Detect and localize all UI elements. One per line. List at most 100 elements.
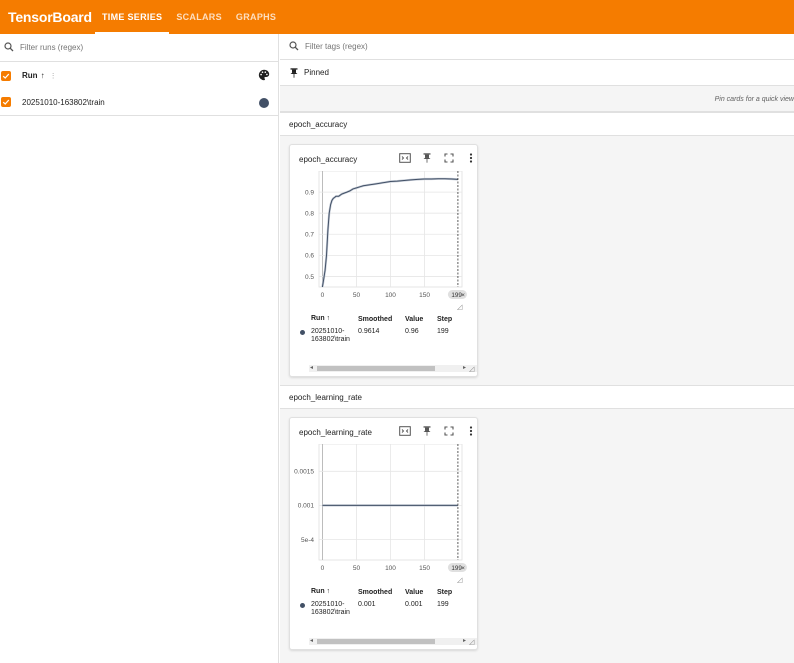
legend-col-run[interactable]: Run ↑ — [311, 315, 358, 323]
line-chart[interactable]: 0 50 100 1505e-40.0010.0015199 ×◿ — [290, 444, 477, 586]
scroll-right-icon[interactable]: ▸ — [463, 364, 466, 371]
pinned-label: Pinned — [304, 68, 329, 77]
x-tick-label: 150 — [419, 565, 430, 572]
legend-row: 20251010-163802\train 0.9614 0.96 199 — [290, 328, 477, 344]
legend-run-dot — [290, 328, 311, 335]
more-vert-icon[interactable] — [460, 151, 482, 165]
y-tick-label: 0.6 — [305, 253, 314, 260]
legend-row: 20251010-163802\train 0.001 0.001 199 — [290, 601, 477, 617]
y-tick-label: 0.5 — [305, 274, 314, 281]
legend-col-value[interactable]: Value — [405, 316, 437, 323]
runs-pane: Run ↑ ⋮ 20251010-163802\train — [0, 34, 279, 663]
scroll-left-icon[interactable]: ◂ — [310, 364, 313, 371]
resize-handle-icon[interactable]: ◿ — [469, 638, 474, 646]
legend-smoothed-value: 0.9614 — [358, 328, 380, 335]
palette-icon[interactable] — [258, 69, 270, 84]
legend-col-run[interactable]: Run ↑ — [311, 588, 358, 596]
tab-time-series[interactable]: TIME SERIES — [95, 0, 170, 34]
y-tick-label: 0.001 — [298, 503, 315, 510]
tag-filter-input[interactable] — [305, 42, 605, 51]
legend-value: 0.96 — [405, 328, 419, 335]
pinned-section: Pinned — [280, 60, 794, 86]
step-marker-close-icon: × — [461, 565, 465, 572]
check-icon — [2, 99, 10, 105]
run-checkbox[interactable] — [1, 97, 11, 107]
legend-col-smoothed[interactable]: Smoothed — [358, 316, 405, 323]
top-app-bar: TensorBoard TIME SERIES SCALARS GRAPHS — [0, 0, 794, 34]
pin-icon — [290, 67, 298, 78]
y-tick-label: 5e-4 — [301, 537, 314, 544]
legend-col-smoothed[interactable]: Smoothed — [358, 589, 405, 596]
pinned-hint: Pin cards for a quick view — [280, 88, 794, 112]
x-tick-label: 100 — [385, 292, 396, 299]
legend-smoothed-value: 0.001 — [358, 601, 376, 608]
scrollbar-thumb[interactable] — [317, 639, 435, 644]
card-toolbar — [394, 424, 482, 438]
scalar-card-epoch-learning-rate: epoch_learning_rate 0 50 100 150 5e-4 0.001 0.… — [289, 417, 478, 650]
fit-domain-icon[interactable] — [394, 151, 416, 165]
run-name: 20251010-163802\train — [22, 97, 105, 107]
x-tick-label: 0 — [321, 292, 325, 299]
run-row[interactable]: 20251010-163802\train — [0, 89, 278, 116]
card-legend: Run ↑ Smoothed Value Step 20251010-16380… — [290, 313, 477, 344]
line-chart[interactable]: 0 50 100 1500.50.60.70.80.9199 ×◿ — [290, 171, 477, 313]
scroll-right-icon[interactable]: ▸ — [463, 637, 466, 644]
dashboard-tabs: TIME SERIES SCALARS GRAPHS — [95, 0, 283, 34]
legend-scrollbar[interactable]: ◂ ▸ ◿ — [309, 364, 477, 373]
search-icon — [4, 41, 14, 55]
main-pane: Pinned Pin cards for a quick view epoch_… — [280, 34, 794, 663]
sort-arrow-icon: ↑ — [40, 71, 45, 80]
fit-domain-icon[interactable] — [394, 424, 416, 438]
run-filter-input[interactable] — [20, 43, 240, 52]
scrollbar-thumb[interactable] — [317, 366, 435, 371]
card-grid: epoch_accuracy 0 50 100 150 0.5 0.6 0.7 0.8 0.9 1… — [280, 136, 794, 385]
tab-graphs[interactable]: GRAPHS — [229, 0, 283, 34]
card-grid: epoch_learning_rate 0 50 100 150 5e-4 0.001 0.… — [280, 409, 794, 658]
legend-col-value[interactable]: Value — [405, 589, 437, 596]
legend-scrollbar[interactable]: ◂ ▸ ◿ — [309, 637, 477, 646]
legend-step: 199 — [437, 601, 449, 608]
card-legend: Run ↑ Smoothed Value Step 20251010-16380… — [290, 586, 477, 617]
resize-handle-icon[interactable]: ◿ — [469, 365, 474, 373]
tag-filter — [280, 34, 794, 60]
legend-col-step[interactable]: Step — [437, 589, 465, 596]
legend-col-step[interactable]: Step — [437, 316, 465, 323]
legend-header: Run ↑ Smoothed Value Step — [290, 586, 477, 598]
select-all-checkbox[interactable] — [1, 70, 11, 81]
more-vert-icon[interactable] — [460, 424, 482, 438]
group-header-epoch-learning-rate[interactable]: epoch_learning_rate — [280, 385, 794, 409]
x-tick-label: 50 — [353, 292, 361, 299]
pin-icon[interactable] — [416, 424, 438, 438]
run-color-swatch[interactable] — [259, 98, 269, 108]
column-menu-icon[interactable]: ⋮ — [50, 72, 57, 80]
card-title: epoch_learning_rate — [299, 428, 372, 437]
search-icon — [289, 40, 299, 54]
fullscreen-icon[interactable] — [438, 424, 460, 438]
run-column-header[interactable]: Run — [22, 71, 38, 80]
fullscreen-icon[interactable] — [438, 151, 460, 165]
legend-header: Run ↑ Smoothed Value Step — [290, 313, 477, 325]
y-tick-label: 0.0015 — [294, 469, 314, 476]
brand-logo: TensorBoard — [8, 9, 92, 25]
x-tick-label: 50 — [353, 565, 361, 572]
legend-value: 0.001 — [405, 601, 423, 608]
card-toolbar — [394, 151, 482, 165]
tab-scalars[interactable]: SCALARS — [169, 0, 229, 34]
run-filter — [0, 34, 278, 62]
y-tick-label: 0.9 — [305, 189, 314, 196]
pin-icon[interactable] — [416, 151, 438, 165]
legend-step: 199 — [437, 328, 449, 335]
legend-run-name: 20251010-163802\train — [311, 328, 350, 343]
scalar-card-epoch-accuracy: epoch_accuracy 0 50 100 150 0.5 0.6 0.7 0.8 0.9 1… — [289, 144, 478, 377]
x-tick-label: 0 — [321, 565, 325, 572]
y-tick-label: 0.8 — [305, 210, 314, 217]
x-tick-label: 150 — [419, 292, 430, 299]
y-tick-label: 0.7 — [305, 232, 314, 239]
x-tick-label: 100 — [385, 565, 396, 572]
chart-resize-icon: ◿ — [457, 577, 463, 584]
group-header-epoch-accuracy[interactable]: epoch_accuracy — [280, 112, 794, 136]
legend-run-dot — [290, 601, 311, 608]
scroll-left-icon[interactable]: ◂ — [310, 637, 313, 644]
card-title: epoch_accuracy — [299, 155, 358, 164]
legend-run-name: 20251010-163802\train — [311, 601, 350, 616]
